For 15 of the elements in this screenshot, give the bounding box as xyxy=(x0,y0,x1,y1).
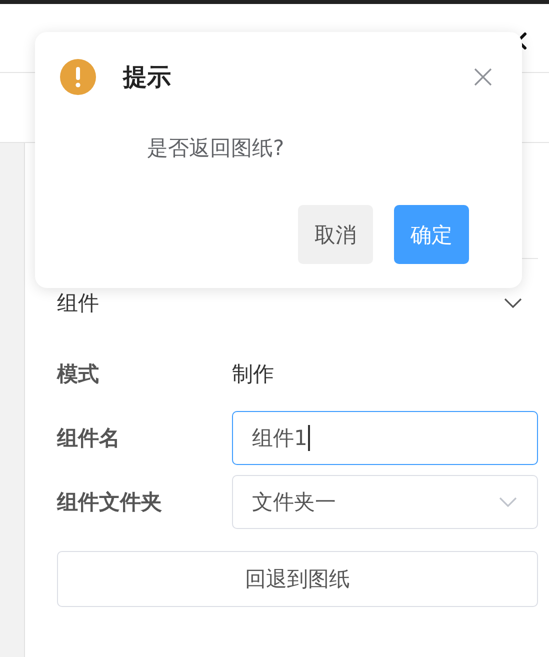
dialog-title: 提示 xyxy=(123,62,171,93)
chevron-icon xyxy=(499,497,517,507)
input-field[interactable]: 组件1 xyxy=(232,411,538,465)
field-label: 模式 xyxy=(57,361,100,388)
back-button[interactable]: 回退到图纸 xyxy=(57,551,538,607)
field-value: 制作 xyxy=(232,361,274,388)
dialog-message: 是否返回图纸? xyxy=(147,135,286,162)
field-label: 组件名 xyxy=(57,425,121,452)
cancel-button[interactable]: 取消 xyxy=(298,205,373,264)
warning-icon xyxy=(60,59,96,95)
chevron-icon[interactable] xyxy=(504,298,522,308)
section-title: 组件 xyxy=(57,290,99,317)
close-icon[interactable] xyxy=(474,68,492,86)
select-field[interactable]: 文件夹一 xyxy=(232,475,538,529)
field-label: 组件文件夹 xyxy=(57,489,163,516)
